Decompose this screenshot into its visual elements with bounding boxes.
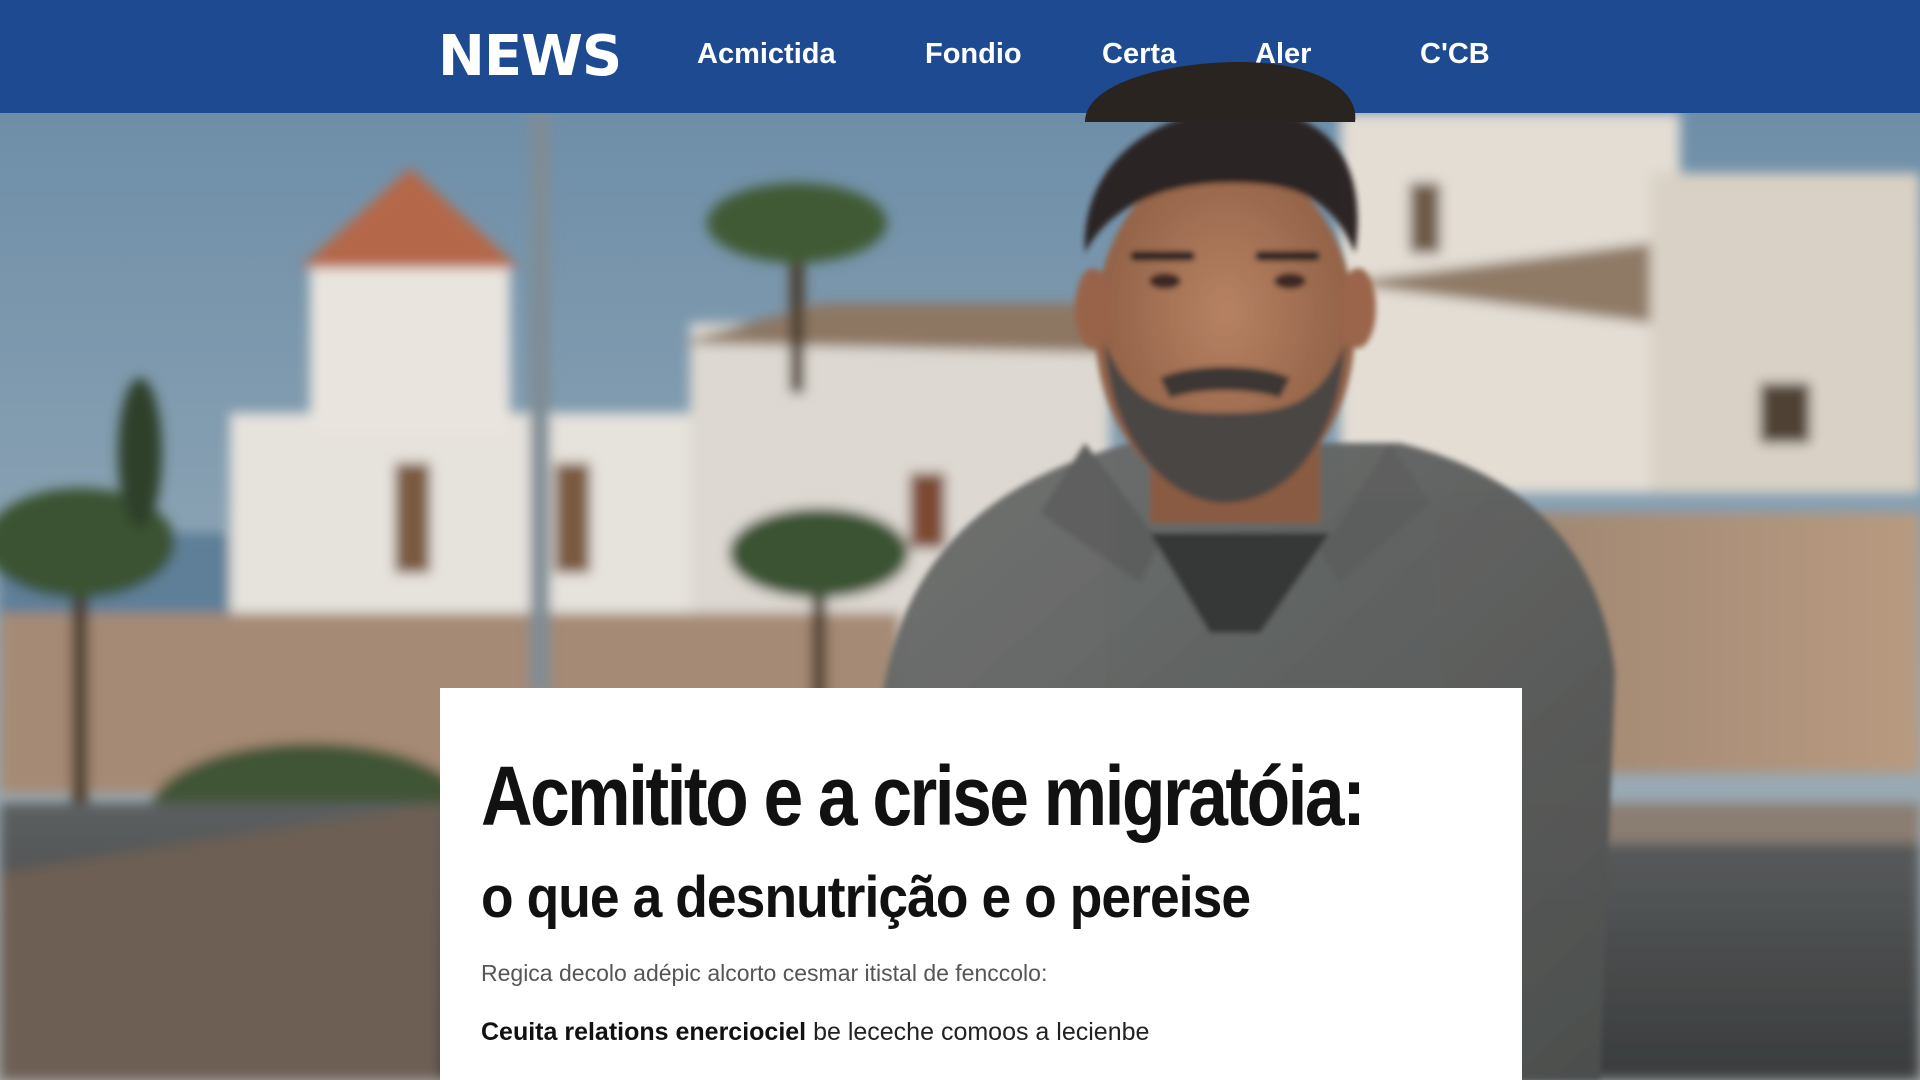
news-page: NEWS Acmictida Fondio Certa Aler C'CB Ac… bbox=[0, 0, 1920, 1080]
top-navigation-bar: NEWS Acmictida Fondio Certa Aler C'CB bbox=[0, 0, 1920, 113]
site-logo[interactable]: NEWS bbox=[438, 24, 622, 89]
hair-overlap bbox=[1085, 62, 1356, 122]
nav-link-ccb[interactable]: C'CB bbox=[1420, 38, 1490, 71]
article-summary: Regica decolo adépic alcorto cesmar itis… bbox=[481, 960, 1048, 986]
related-link-text: be leceche comoos a lecienbe bbox=[806, 1018, 1150, 1046]
nav-link-fondio[interactable]: Fondio bbox=[925, 38, 1022, 71]
article-card[interactable]: Acmitito e a crise migratóia: o que a de… bbox=[440, 688, 1522, 1080]
article-headline[interactable]: Acmitito e a crise migratóia: bbox=[481, 754, 1366, 838]
related-link-title[interactable]: Ceuita relations enerciociel bbox=[481, 1018, 806, 1046]
article-subheadline: o que a desnutrição e o pereise bbox=[481, 865, 1251, 930]
related-link[interactable]: Ceuita relations enerciociel be leceche … bbox=[481, 1018, 1149, 1047]
nav-link-acmictida[interactable]: Acmictida bbox=[697, 38, 836, 71]
